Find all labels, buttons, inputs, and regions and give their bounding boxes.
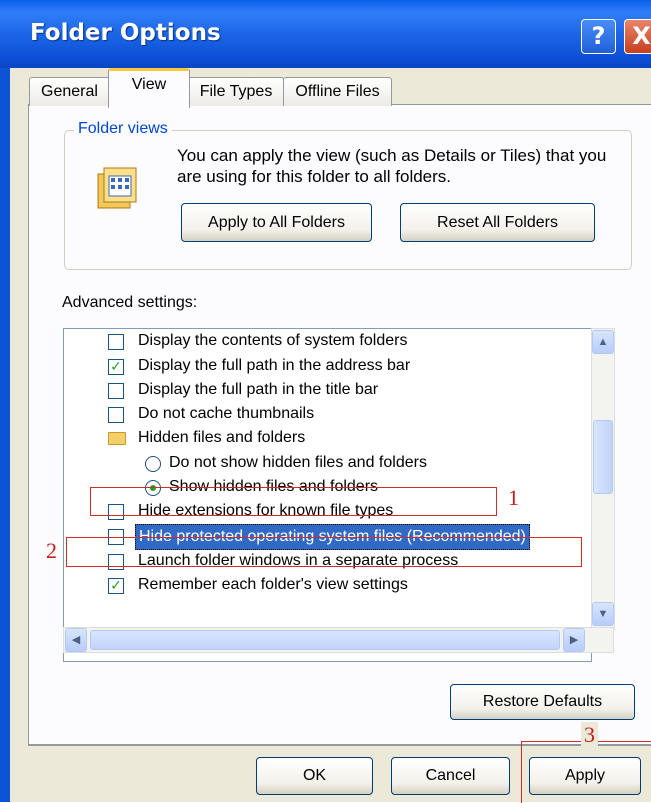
checkbox[interactable] — [108, 407, 124, 423]
restore-defaults-button[interactable]: Restore Defaults — [450, 684, 635, 720]
advanced-settings-label: Advanced settings: — [62, 294, 198, 311]
list-item-label: Do not show hidden files and folders — [169, 454, 427, 471]
list-item[interactable]: Do not cache thumbnails — [64, 402, 591, 426]
scroll-left-button[interactable]: ◀ — [65, 628, 87, 652]
list-item-label: Do not cache thumbnails — [138, 405, 315, 422]
scroll-up-button[interactable]: ▲ — [592, 330, 614, 354]
list-item[interactable]: ✓ Display the full path in the address b… — [64, 354, 591, 378]
window-frame-left — [0, 68, 10, 802]
annotation-number-1: 1 — [508, 485, 519, 510]
folder-views-description: You can apply the view (such as Details … — [177, 146, 607, 186]
annotation-box-1 — [90, 487, 497, 516]
folder-views-legend: Folder views — [74, 120, 172, 138]
checkbox[interactable]: ✓ — [108, 578, 124, 594]
tab-general[interactable]: General — [29, 77, 110, 106]
help-button[interactable]: ? — [581, 19, 616, 54]
list-item-label: Hidden files and folders — [138, 429, 306, 446]
close-button[interactable]: X — [624, 19, 651, 54]
tab-offline-files[interactable]: Offline Files — [283, 77, 392, 106]
tab-file-types[interactable]: File Types — [188, 77, 284, 106]
folder-views-icon — [95, 166, 141, 212]
annotation-number-3: 3 — [581, 722, 598, 748]
list-item-label: Display the full path in the title bar — [138, 381, 379, 398]
annotation-box-3 — [521, 741, 651, 803]
reset-all-folders-button[interactable]: Reset All Folders — [400, 203, 595, 242]
list-item-label: Display the contents of system folders — [138, 332, 408, 349]
folder-icon — [108, 432, 126, 445]
ok-button[interactable]: OK — [256, 757, 373, 795]
list-item: Hidden files and folders — [64, 426, 591, 450]
list-item[interactable]: ✓ Remember each folder's view settings — [64, 573, 591, 597]
scroll-right-button[interactable]: ▶ — [563, 628, 585, 652]
horizontal-scroll-thumb[interactable] — [90, 630, 560, 650]
list-item[interactable]: Do not show hidden files and folders — [64, 451, 591, 475]
checkmark-icon: ✓ — [110, 359, 122, 375]
vertical-scroll-thumb[interactable] — [593, 420, 613, 494]
checkbox[interactable]: ✓ — [108, 359, 124, 375]
checkbox[interactable] — [108, 383, 124, 399]
tab-view[interactable]: View — [108, 68, 190, 108]
list-item-label: Display the full path in the address bar — [138, 357, 411, 374]
radio-button[interactable] — [145, 456, 161, 472]
checkbox[interactable] — [108, 334, 124, 350]
cancel-button[interactable]: Cancel — [391, 757, 510, 795]
list-item-label: Remember each folder's view settings — [138, 576, 408, 593]
list-item[interactable]: Display the contents of system folders — [64, 329, 591, 353]
list-item[interactable]: Display the full path in the title bar — [64, 378, 591, 402]
annotation-number-2: 2 — [46, 538, 57, 563]
window-title: Folder Options — [30, 20, 221, 46]
annotation-box-2 — [66, 537, 582, 567]
apply-to-all-folders-button[interactable]: Apply to All Folders — [181, 203, 372, 242]
scroll-down-button[interactable]: ▼ — [592, 602, 614, 626]
checkmark-icon: ✓ — [110, 578, 122, 594]
